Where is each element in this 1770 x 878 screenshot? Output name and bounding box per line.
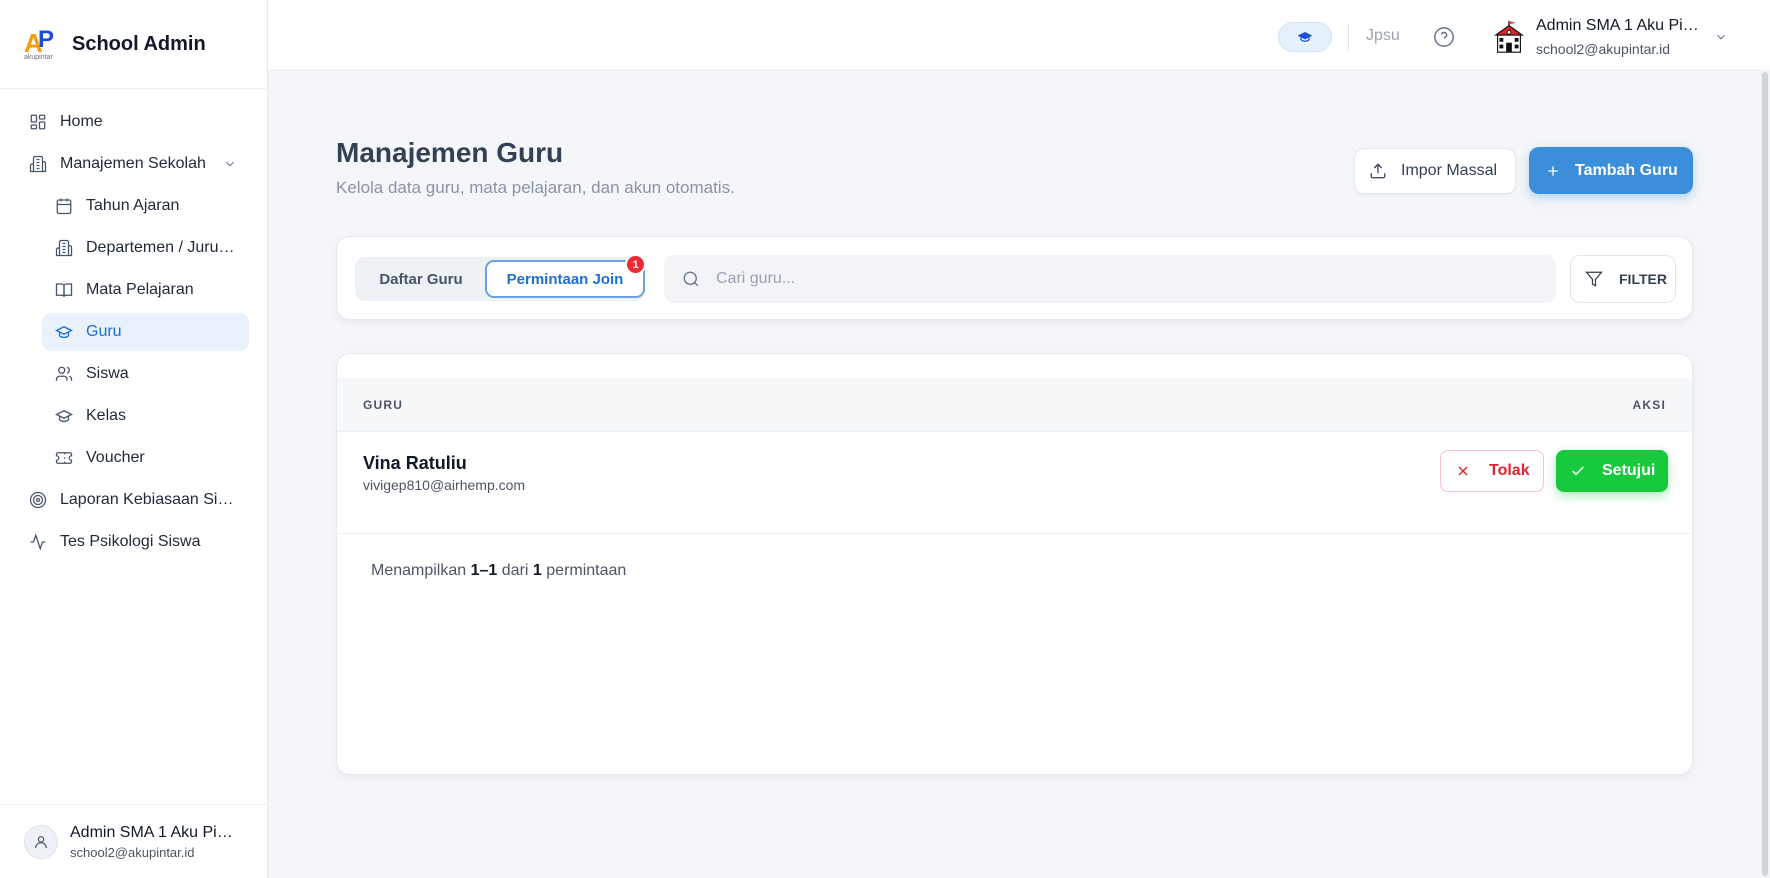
sidebar-item-laporan-kebiasaan[interactable]: Laporan Kebiasaan Siswa bbox=[18, 481, 249, 519]
check-icon bbox=[1572, 466, 1584, 476]
teacher-email: vivigep810@airhemp.com bbox=[363, 477, 526, 493]
book-icon bbox=[54, 280, 74, 300]
summary-prefix: Menampilkan bbox=[371, 562, 467, 579]
sidebar-item-label: Voucher bbox=[86, 449, 145, 466]
close-icon bbox=[1458, 466, 1468, 476]
brand-title: School Admin bbox=[72, 32, 206, 55]
tab-permintaan-join[interactable]: Permintaan Join bbox=[485, 260, 645, 298]
import-button[interactable]: Impor Massal bbox=[1354, 148, 1516, 194]
calendar-icon bbox=[54, 196, 74, 216]
plus-icon bbox=[1548, 165, 1558, 176]
reject-button-label: Tolak bbox=[1489, 462, 1530, 479]
target-icon bbox=[28, 490, 48, 510]
sidebar-item-label: Kelas bbox=[86, 407, 127, 424]
import-button-label: Impor Massal bbox=[1401, 162, 1498, 179]
filter-button-label: FILTER bbox=[1619, 271, 1667, 287]
sidebar-item-home[interactable]: Home bbox=[18, 103, 249, 141]
teacher-name: Vina Ratuliu bbox=[363, 453, 467, 473]
notification-badge: 1 bbox=[625, 254, 646, 275]
divider bbox=[1348, 24, 1349, 50]
sidebar-item-guru[interactable]: Guru bbox=[42, 313, 249, 351]
column-header-guru: GURU bbox=[363, 398, 404, 412]
user-icon bbox=[24, 824, 58, 859]
app-logo: A Pakupintar bbox=[24, 26, 55, 61]
sidebar-item-tes-psikologi[interactable]: Tes Psikologi Siswa bbox=[18, 523, 249, 561]
sidebar-item-label: Siswa bbox=[86, 365, 129, 382]
requests-table: GURU AKSI Vina Ratuliu vivigep810@airhem… bbox=[336, 353, 1693, 775]
sidebar-item-label: Mata Pelajaran bbox=[86, 281, 194, 298]
tab-group: Daftar Guru Permintaan Join bbox=[355, 257, 645, 301]
sidebar-item-voucher[interactable]: Voucher bbox=[42, 439, 249, 477]
graduation-cap-icon bbox=[54, 406, 74, 426]
topbar: Jpsu Admin SMA 1 Aku Pintar school2@akup… bbox=[268, 0, 1770, 71]
chevron-down-icon bbox=[223, 157, 237, 171]
filter-icon bbox=[1585, 271, 1603, 287]
topbar-user-name[interactable]: Admin SMA 1 Aku Pintar bbox=[1536, 17, 1706, 35]
graduation-cap-icon bbox=[1297, 31, 1313, 42]
table-header: GURU AKSI bbox=[337, 378, 1692, 432]
sidebar-item-label: Laporan Kebiasaan Siswa bbox=[60, 491, 240, 508]
sidebar-item-label: Guru bbox=[86, 323, 122, 340]
sidebar: A Pakupintar School Admin Home Manajemen … bbox=[0, 0, 268, 878]
help-icon[interactable] bbox=[1433, 26, 1455, 48]
summary-range: 1–1 bbox=[470, 562, 498, 579]
language-selector[interactable]: Jpsu bbox=[1366, 27, 1400, 45]
sidebar-item-label: Manajemen Sekolah bbox=[60, 155, 206, 172]
sidebar-item-label: Tahun Ajaran bbox=[86, 197, 180, 214]
brand[interactable]: A Pakupintar School Admin bbox=[0, 0, 267, 89]
approve-button-label: Setujui bbox=[1602, 462, 1656, 479]
add-teacher-button[interactable]: Tambah Guru bbox=[1529, 147, 1693, 194]
sidebar-item-kelas[interactable]: Kelas bbox=[42, 397, 249, 435]
sidebar-user-name: Admin SMA 1 Aku Pintar bbox=[70, 823, 240, 841]
sidebar-item-siswa[interactable]: Siswa bbox=[42, 355, 249, 393]
sidebar-item-label: Tes Psikologi Siswa bbox=[60, 533, 201, 550]
reject-button[interactable]: Tolak bbox=[1440, 450, 1544, 492]
sidebar-item-tahun-ajaran[interactable]: Tahun Ajaran bbox=[42, 187, 249, 225]
search-box bbox=[664, 255, 1556, 303]
search-input[interactable] bbox=[716, 270, 1536, 288]
approve-button[interactable]: Setujui bbox=[1556, 450, 1668, 492]
table-row: Vina Ratuliu vivigep810@airhemp.com Tola… bbox=[337, 433, 1692, 534]
summary-total: 1 bbox=[532, 562, 542, 579]
column-header-aksi: AKSI bbox=[1632, 398, 1666, 412]
chevron-down-icon[interactable] bbox=[1714, 30, 1728, 44]
building-icon bbox=[28, 154, 48, 174]
building-icon bbox=[54, 238, 74, 258]
page-title: Manajemen Guru bbox=[336, 137, 564, 168]
upload-icon bbox=[1370, 163, 1386, 179]
page-scrollbar[interactable] bbox=[1760, 70, 1770, 878]
role-switch-button[interactable] bbox=[1278, 22, 1332, 52]
tab-daftar-guru[interactable]: Daftar Guru bbox=[357, 257, 485, 301]
filter-button[interactable]: FILTER bbox=[1570, 255, 1676, 303]
school-avatar[interactable] bbox=[1490, 18, 1528, 56]
sidebar-user-email: school2@akupintar.id bbox=[70, 844, 195, 860]
users-icon bbox=[54, 364, 74, 384]
sidebar-item-label: Departemen / Jurusan bbox=[86, 239, 238, 256]
pagination-summary: Menampilkan 1–1 dari 1 permintaan bbox=[371, 562, 626, 580]
topbar-user-email: school2@akupintar.id bbox=[1536, 41, 1671, 57]
dashboard-icon bbox=[28, 112, 48, 132]
page-subtitle: Kelola data guru, mata pelajaran, dan ak… bbox=[336, 178, 735, 197]
summary-mid: dari bbox=[501, 562, 529, 579]
sidebar-item-departemen[interactable]: Departemen / Jurusan bbox=[42, 229, 249, 267]
activity-icon bbox=[28, 532, 48, 552]
graduation-cap-icon bbox=[54, 322, 74, 342]
search-icon bbox=[683, 271, 699, 287]
sidebar-user-profile[interactable]: Admin SMA 1 Aku Pintar school2@akupintar… bbox=[0, 804, 267, 878]
add-teacher-button-label: Tambah Guru bbox=[1575, 161, 1678, 179]
ticket-icon bbox=[54, 448, 74, 468]
sidebar-nav: Home Manajemen Sekolah Tahun Ajaran Depa… bbox=[0, 89, 267, 561]
summary-suffix: permintaan bbox=[546, 562, 627, 579]
scrollbar-thumb[interactable] bbox=[1762, 72, 1768, 876]
sidebar-item-mata-pelajaran[interactable]: Mata Pelajaran bbox=[42, 271, 249, 309]
toolbar-card: Daftar Guru Permintaan Join 1 FILTER bbox=[336, 236, 1693, 320]
sidebar-item-label: Home bbox=[60, 113, 103, 130]
sidebar-item-manajemen-sekolah[interactable]: Manajemen Sekolah bbox=[18, 145, 249, 183]
